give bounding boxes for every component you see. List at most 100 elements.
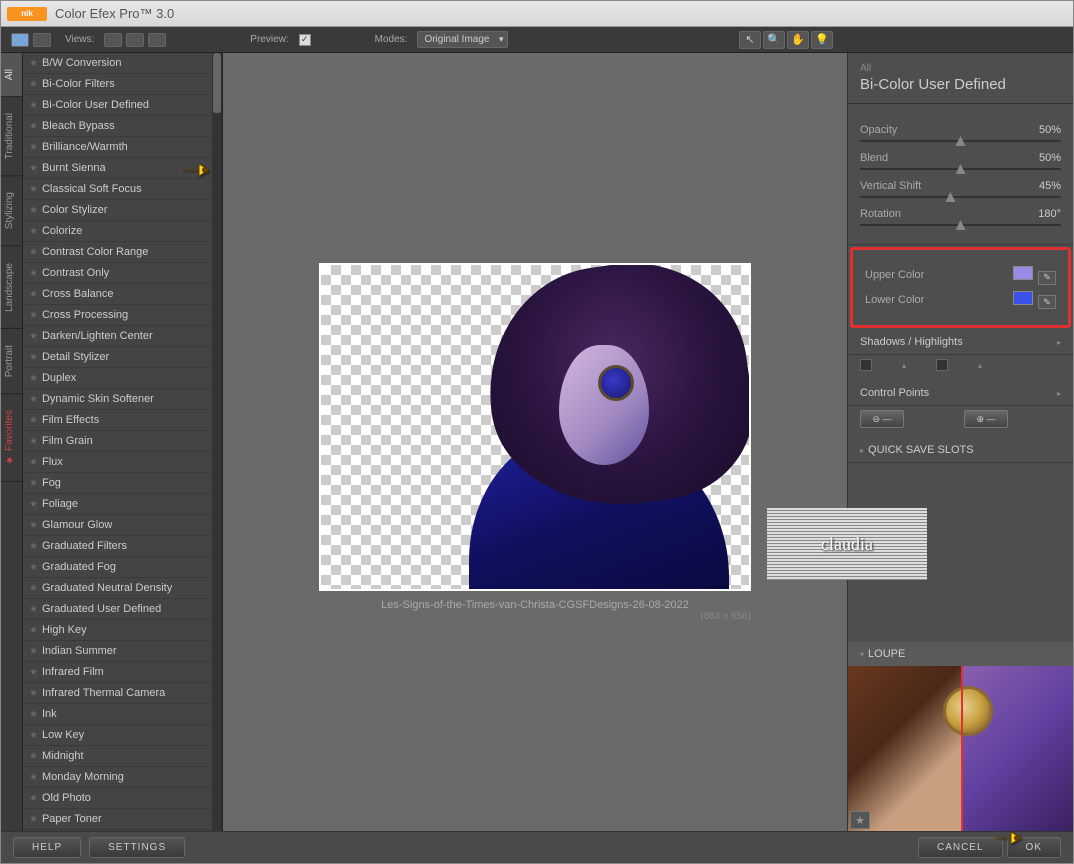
pointer-tool-icon[interactable]: ↖ [739,31,761,49]
view-single-icon[interactable] [11,33,29,47]
filter-item[interactable]: ★Paper Toner [23,809,222,830]
filter-item[interactable]: ★Bleach Bypass [23,116,222,137]
star-icon[interactable]: ★ [29,499,38,510]
filter-item[interactable]: ★Infrared Film [23,662,222,683]
scrollbar[interactable] [212,53,222,831]
category-tab-favorites[interactable]: ★ Favorites [1,394,22,482]
zoom-tool-icon[interactable]: 🔍 [763,31,785,49]
add-control-point-plus-button[interactable]: ⊕ — [964,410,1008,428]
filter-item[interactable]: ★Foliage [23,494,222,515]
filter-item[interactable]: ★High Key [23,620,222,641]
star-icon[interactable]: ★ [29,667,38,678]
filter-item[interactable]: ★Graduated Neutral Density [23,578,222,599]
star-icon[interactable]: ★ [29,772,38,783]
star-icon[interactable]: ★ [29,79,38,90]
filter-list[interactable]: ★B/W Conversion★Bi-Color Filters★Bi-Colo… [23,53,223,831]
slider[interactable] [860,224,1061,226]
filter-item[interactable]: ★Color Stylizer [23,200,222,221]
filter-item[interactable]: ★Midnight [23,746,222,767]
star-icon[interactable]: ★ [29,562,38,573]
loupe-preview[interactable]: ★ [848,666,1073,831]
loupe-header[interactable]: ▾ LOUPE [848,642,1073,666]
filter-item[interactable]: ★Cross Processing [23,305,222,326]
star-icon[interactable]: ★ [29,142,38,153]
lower-color-swatch[interactable] [1013,291,1033,305]
filter-item[interactable]: ★Graduated Filters [23,536,222,557]
filter-item[interactable]: ★Contrast Color Range [23,242,222,263]
layout-1-icon[interactable] [104,33,122,47]
filter-item[interactable]: ★Indian Summer [23,641,222,662]
filter-item[interactable]: ★Bi-Color Filters [23,74,222,95]
ok-button[interactable]: OK [1007,837,1061,858]
shadows-highlights-header[interactable]: Shadows / Highlights ▸ [848,330,1073,355]
preview-checkbox[interactable]: ✓ [299,34,311,46]
filter-item[interactable]: ★Monday Morning [23,767,222,788]
star-icon[interactable]: ★ [29,751,38,762]
filter-item[interactable]: ★Graduated User Defined [23,599,222,620]
star-icon[interactable]: ★ [29,373,38,384]
star-icon[interactable]: ★ [29,541,38,552]
category-tab-traditional[interactable]: Traditional [1,97,22,176]
filter-item[interactable]: ★Bi-Color User Defined [23,95,222,116]
slider[interactable] [860,140,1061,142]
filter-item[interactable]: ★Infrared Thermal Camera [23,683,222,704]
category-tab-portrait[interactable]: Portrait [1,329,22,394]
lower-color-eyedropper-icon[interactable]: ✎ [1038,295,1056,309]
star-icon[interactable]: ★ [29,247,38,258]
star-icon[interactable]: ★ [29,394,38,405]
star-icon[interactable]: ★ [29,100,38,111]
star-icon[interactable]: ★ [29,520,38,531]
star-icon[interactable]: ★ [29,184,38,195]
add-control-point-minus-button[interactable]: ⊖ — [860,410,904,428]
category-tab-all[interactable]: All [1,53,22,97]
slider[interactable] [860,168,1061,170]
filter-item[interactable]: ★Contrast Only [23,263,222,284]
filter-item[interactable]: ★Fog [23,473,222,494]
filter-item[interactable]: ★Film Effects [23,410,222,431]
star-icon[interactable]: ★ [29,604,38,615]
slider[interactable] [860,196,1061,198]
filter-item[interactable]: ★Flux [23,452,222,473]
quick-save-header[interactable]: ▸ QUICK SAVE SLOTS [848,438,1073,463]
filter-item[interactable]: ★Low Key [23,725,222,746]
category-tab-stylizing[interactable]: Stylizing [1,176,22,246]
upper-color-swatch[interactable] [1013,266,1033,280]
filter-item[interactable]: ★Duplex [23,368,222,389]
filter-item[interactable]: ★Cross Balance [23,284,222,305]
settings-button[interactable]: SETTINGS [89,837,185,858]
filter-item[interactable]: ★Old Photo [23,788,222,809]
help-button[interactable]: HELP [13,837,81,858]
modes-select[interactable]: Original Image [417,31,508,48]
filter-item[interactable]: ★Graduated Fog [23,557,222,578]
star-icon[interactable]: ★ [29,709,38,720]
control-points-header[interactable]: Control Points ▸ [848,381,1073,406]
layout-3-icon[interactable] [148,33,166,47]
star-icon[interactable]: ★ [29,268,38,279]
star-icon[interactable]: ★ [29,730,38,741]
star-icon[interactable]: ★ [29,205,38,216]
star-icon[interactable]: ★ [29,289,38,300]
star-icon[interactable]: ★ [29,793,38,804]
star-icon[interactable]: ★ [29,457,38,468]
star-icon[interactable]: ★ [29,58,38,69]
filter-item[interactable]: ★Dynamic Skin Softener [23,389,222,410]
star-icon[interactable]: ★ [29,436,38,447]
hand-tool-icon[interactable]: ✋ [787,31,809,49]
cancel-button[interactable]: CANCEL [918,837,1003,858]
filter-item[interactable]: ★Colorize [23,221,222,242]
filter-item[interactable]: ★Brilliance/Warmth [23,137,222,158]
star-icon[interactable]: ★ [29,688,38,699]
layout-2-icon[interactable] [126,33,144,47]
star-icon[interactable]: ★ [29,310,38,321]
filter-item[interactable]: ★Glamour Glow [23,515,222,536]
filter-item[interactable]: ★Film Grain [23,431,222,452]
filter-item[interactable]: ★B/W Conversion [23,53,222,74]
star-icon[interactable]: ★ [29,226,38,237]
view-split-icon[interactable] [33,33,51,47]
star-icon[interactable]: ★ [29,163,38,174]
star-icon[interactable]: ★ [29,625,38,636]
shadows-checkbox[interactable] [860,359,872,371]
preview-image[interactable] [319,263,751,591]
filter-item[interactable]: ★Classical Soft Focus [23,179,222,200]
highlights-checkbox[interactable] [936,359,948,371]
